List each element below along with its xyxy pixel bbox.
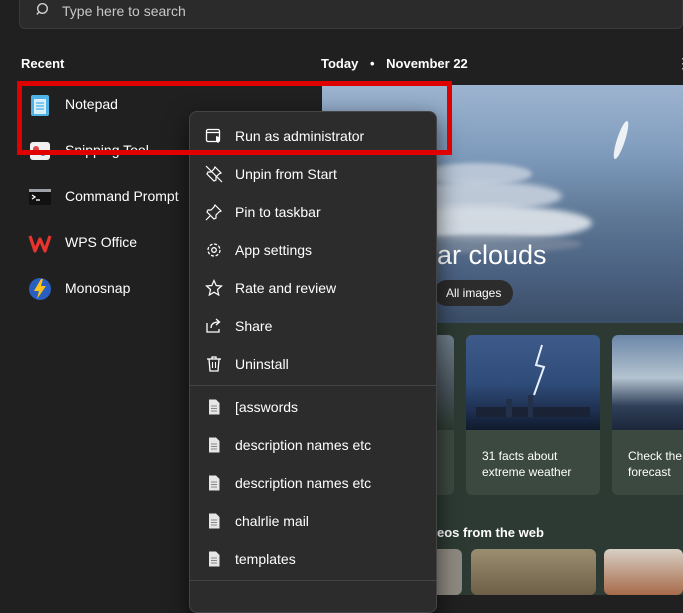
menu-item-label: Rate and review <box>235 280 337 296</box>
hero-title[interactable]: ar clouds <box>437 240 547 271</box>
news-card-forecast[interactable]: Check the forecast <box>612 335 683 495</box>
trash-icon <box>207 356 221 372</box>
date-separator: • <box>369 56 375 71</box>
menu-file-item[interactable]: [asswords <box>190 389 436 425</box>
menu-item-label: App settings <box>235 242 313 258</box>
card-caption: 31 facts about extreme weather <box>482 449 572 479</box>
news-card-extreme-weather[interactable]: 31 facts about extreme weather <box>466 335 600 495</box>
menu-item-label: templates <box>235 551 296 567</box>
document-icon <box>209 399 220 415</box>
menu-item-label: Share <box>235 318 273 334</box>
today-heading: Today • November 22 <box>321 56 468 71</box>
menu-file-item[interactable]: description names etc <box>190 465 436 501</box>
menu-item-pin-to-taskbar[interactable]: Pin to taskbar <box>190 194 436 230</box>
wps-office-icon <box>28 235 52 253</box>
search-icon <box>36 2 49 15</box>
highlight-annotation <box>17 81 452 155</box>
card-caption: Check the forecast <box>628 449 683 479</box>
menu-divider <box>190 580 436 581</box>
recent-heading: Recent <box>21 56 65 71</box>
menu-file-item[interactable]: templates <box>190 541 436 577</box>
unpin-icon <box>205 165 223 183</box>
document-icon <box>209 551 220 567</box>
all-images-button[interactable]: All images <box>434 280 514 306</box>
menu-item-rate-and-review[interactable]: Rate and review <box>190 270 436 306</box>
video-thumbnail[interactable] <box>604 549 683 595</box>
star-icon <box>205 279 223 297</box>
recent-item-label: Command Prompt <box>65 188 179 204</box>
gear-icon <box>207 243 221 257</box>
menu-item-share[interactable]: Share <box>190 308 436 344</box>
context-menu: Run as administrator Unpin from Start Pi… <box>189 111 437 613</box>
search-placeholder: Type here to search <box>62 3 186 19</box>
pin-icon <box>205 203 223 221</box>
lightning-image <box>466 335 600 430</box>
menu-divider <box>190 385 436 386</box>
today-date: November 22 <box>386 56 468 71</box>
web-videos-heading: eos from the web <box>437 525 544 540</box>
recent-item-label: Monosnap <box>65 280 131 296</box>
menu-item-label: description names etc <box>235 437 372 453</box>
video-thumbnail[interactable] <box>471 549 596 595</box>
menu-file-item[interactable]: chalrlie mail <box>190 503 436 539</box>
menu-item-uninstall[interactable]: Uninstall <box>190 346 436 382</box>
forecast-image <box>612 335 683 430</box>
menu-item-unpin-from-start[interactable]: Unpin from Start <box>190 156 436 192</box>
recent-item-label: WPS Office <box>65 234 138 250</box>
menu-item-label: Uninstall <box>235 356 289 372</box>
menu-item-label: [asswords <box>235 399 299 415</box>
monosnap-icon <box>29 278 51 300</box>
document-icon <box>209 437 220 453</box>
menu-item-label: description names etc <box>235 475 372 491</box>
today-label: Today <box>321 56 359 71</box>
command-prompt-icon <box>29 189 51 205</box>
more-options-icon[interactable]: ⋮ <box>676 55 683 72</box>
menu-item-label: Pin to taskbar <box>235 204 321 220</box>
document-icon <box>209 513 220 529</box>
document-icon <box>209 475 220 491</box>
menu-item-label: Unpin from Start <box>235 166 337 182</box>
search-box[interactable]: Type here to search <box>19 0 683 29</box>
menu-file-item[interactable]: description names etc <box>190 427 436 463</box>
menu-item-label: chalrlie mail <box>235 513 309 529</box>
share-icon <box>206 318 221 333</box>
menu-item-app-settings[interactable]: App settings <box>190 232 436 268</box>
